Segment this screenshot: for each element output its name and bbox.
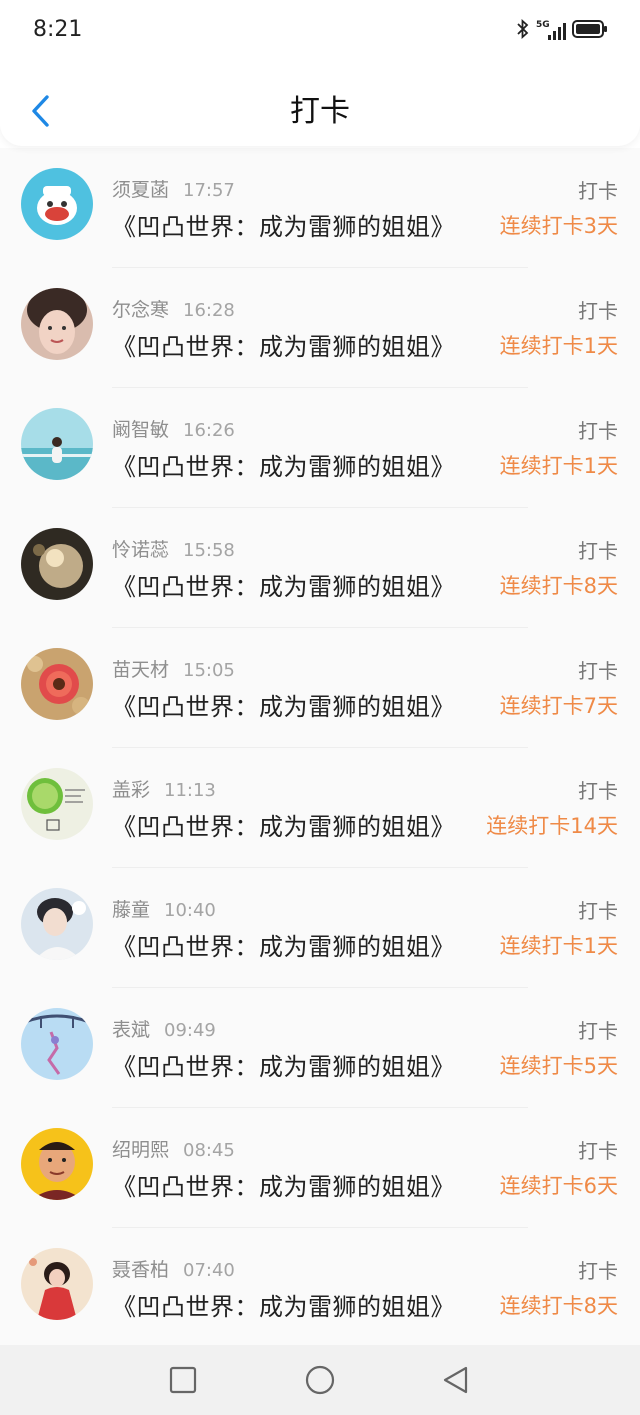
checkin-tag: 打卡 (578, 179, 618, 203)
book-title[interactable]: 《凹凸世界：成为雷狮的姐姐》 (112, 687, 455, 722)
book-title[interactable]: 《凹凸世界：成为雷狮的姐姐》 (112, 927, 455, 962)
streak-label: 连续打卡1天 (499, 334, 618, 358)
user-name: 怜诺蕊 15:58 (112, 539, 235, 561)
list-item[interactable]: 绍明熙 08:45 《凹凸世界：成为雷狮的姐姐》 打卡 连续打卡6天 (0, 1108, 640, 1228)
signal-icon: 5G (536, 20, 566, 42)
list-item[interactable]: 须夏菡 17:57 《凹凸世界：成为雷狮的姐姐》 打卡 连续打卡3天 (0, 148, 640, 268)
checkin-list: 须夏菡 17:57 《凹凸世界：成为雷狮的姐姐》 打卡 连续打卡3天 尔念寒 16:… (0, 148, 640, 1348)
avatar[interactable] (21, 1128, 93, 1200)
streak-label: 连续打卡14天 (486, 814, 618, 838)
triangle-back-icon (443, 1366, 468, 1394)
circle-icon (305, 1365, 335, 1395)
checkin-tag: 打卡 (578, 299, 618, 323)
checkin-tag: 打卡 (578, 1259, 618, 1283)
page-title: 打卡 (290, 94, 350, 129)
user-name: 聂香柏 07:40 (112, 1259, 235, 1281)
book-title[interactable]: 《凹凸世界：成为雷狮的姐姐》 (112, 1287, 455, 1322)
checkin-time: 11:13 (164, 780, 216, 801)
streak-label: 连续打卡5天 (499, 1054, 618, 1078)
streak-label: 连续打卡8天 (499, 574, 618, 598)
user-name: 苗天材 15:05 (112, 659, 235, 681)
streak-label: 连续打卡1天 (499, 934, 618, 958)
book-title[interactable]: 《凹凸世界：成为雷狮的姐姐》 (112, 567, 455, 602)
avatar[interactable] (21, 168, 93, 240)
user-name: 阚智敏 16:26 (112, 419, 235, 441)
list-item[interactable]: 藤童 10:40 《凹凸世界：成为雷狮的姐姐》 打卡 连续打卡1天 (0, 868, 640, 988)
checkin-time: 16:26 (183, 420, 235, 441)
system-nav-bar (0, 1345, 640, 1415)
checkin-time: 07:40 (183, 1260, 235, 1281)
nav-back-button[interactable] (438, 1363, 472, 1397)
checkin-time: 16:28 (183, 300, 235, 321)
streak-label: 连续打卡3天 (499, 214, 618, 238)
checkin-tag: 打卡 (578, 899, 618, 923)
user-name: 藤童 10:40 (112, 899, 216, 921)
book-title[interactable]: 《凹凸世界：成为雷狮的姐姐》 (112, 207, 455, 242)
status-icons: 5G (516, 18, 608, 44)
streak-label: 连续打卡6天 (499, 1174, 618, 1198)
checkin-tag: 打卡 (578, 1139, 618, 1163)
checkin-time: 10:40 (164, 900, 216, 921)
list-item[interactable]: 尔念寒 16:28 《凹凸世界：成为雷狮的姐姐》 打卡 连续打卡1天 (0, 268, 640, 388)
checkin-tag: 打卡 (578, 539, 618, 563)
checkin-time: 09:49 (164, 1020, 216, 1041)
avatar[interactable] (21, 768, 93, 840)
checkin-time: 17:57 (183, 180, 235, 201)
avatar[interactable] (21, 528, 93, 600)
bluetooth-icon (516, 18, 530, 44)
book-title[interactable]: 《凹凸世界：成为雷狮的姐姐》 (112, 1167, 455, 1202)
home-button[interactable] (303, 1363, 337, 1397)
list-item[interactable]: 聂香柏 07:40 《凹凸世界：成为雷狮的姐姐》 打卡 连续打卡8天 (0, 1228, 640, 1348)
checkin-time: 15:05 (183, 660, 235, 681)
list-item[interactable]: 苗天材 15:05 《凹凸世界：成为雷狮的姐姐》 打卡 连续打卡7天 (0, 628, 640, 748)
avatar[interactable] (21, 1008, 93, 1080)
checkin-tag: 打卡 (578, 779, 618, 803)
checkin-time: 08:45 (183, 1140, 235, 1161)
list-item[interactable]: 盖彩 11:13 《凹凸世界：成为雷狮的姐姐》 打卡 连续打卡14天 (0, 748, 640, 868)
list-item[interactable]: 表斌 09:49 《凹凸世界：成为雷狮的姐姐》 打卡 连续打卡5天 (0, 988, 640, 1108)
checkin-time: 15:58 (183, 540, 235, 561)
user-name: 尔念寒 16:28 (112, 299, 235, 321)
user-name: 须夏菡 17:57 (112, 179, 235, 201)
list-item[interactable]: 怜诺蕊 15:58 《凹凸世界：成为雷狮的姐姐》 打卡 连续打卡8天 (0, 508, 640, 628)
header: 8:21 5G 打卡 (0, 0, 640, 146)
battery-icon (572, 19, 608, 43)
book-title[interactable]: 《凹凸世界：成为雷狮的姐姐》 (112, 807, 455, 842)
status-time: 8:21 (33, 17, 83, 42)
book-title[interactable]: 《凹凸世界：成为雷狮的姐姐》 (112, 327, 455, 362)
user-name: 绍明熙 08:45 (112, 1139, 235, 1161)
avatar[interactable] (21, 888, 93, 960)
recent-apps-button[interactable] (166, 1363, 200, 1397)
book-title[interactable]: 《凹凸世界：成为雷狮的姐姐》 (112, 447, 455, 482)
checkin-tag: 打卡 (578, 419, 618, 443)
streak-label: 连续打卡8天 (499, 1294, 618, 1318)
book-title[interactable]: 《凹凸世界：成为雷狮的姐姐》 (112, 1047, 455, 1082)
user-name: 盖彩 11:13 (112, 779, 216, 801)
list-item[interactable]: 阚智敏 16:26 《凹凸世界：成为雷狮的姐姐》 打卡 连续打卡1天 (0, 388, 640, 508)
avatar[interactable] (21, 288, 93, 360)
avatar[interactable] (21, 648, 93, 720)
streak-label: 连续打卡1天 (499, 454, 618, 478)
avatar[interactable] (21, 408, 93, 480)
square-icon (169, 1366, 197, 1394)
user-name: 表斌 09:49 (112, 1019, 216, 1041)
checkin-tag: 打卡 (578, 659, 618, 683)
checkin-tag: 打卡 (578, 1019, 618, 1043)
avatar[interactable] (21, 1248, 93, 1320)
streak-label: 连续打卡7天 (499, 694, 618, 718)
